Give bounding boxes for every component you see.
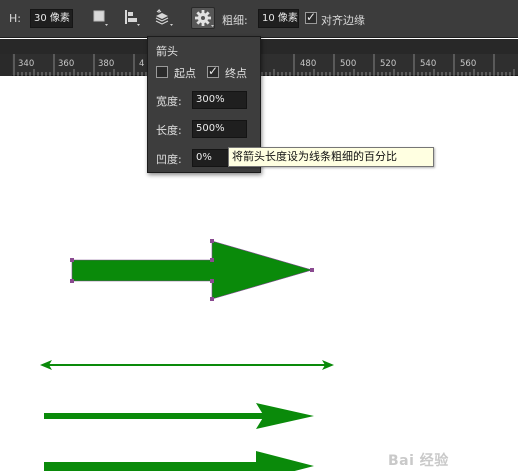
ruler-label: 340 xyxy=(18,59,35,69)
height-label: H: xyxy=(9,12,21,25)
weight-label: 粗细: xyxy=(222,14,248,27)
ruler-label: 360 xyxy=(58,59,75,69)
ruler-label: 4 xyxy=(139,59,145,69)
arrow-start-checkbox[interactable] xyxy=(156,66,168,78)
geometry-options-button[interactable] xyxy=(191,7,215,29)
ruler-label: 500 xyxy=(340,59,357,69)
thick-arrow-line xyxy=(44,451,314,471)
thick-arrow-line xyxy=(44,403,314,429)
ruler-label: 520 xyxy=(380,59,397,69)
fill-swatch-icon xyxy=(93,10,108,26)
arrow-start-label: 起点 xyxy=(174,67,196,80)
ruler-ticks xyxy=(13,54,515,76)
align-icon xyxy=(125,10,140,26)
align-edges-checkbox[interactable]: ✓ xyxy=(305,10,317,24)
ruler-label: 560 xyxy=(460,59,477,69)
length-label: 长度: xyxy=(156,124,182,137)
watermark: Bai 经验 xyxy=(386,448,516,470)
arrow-end-checkbox[interactable]: ✓ xyxy=(207,64,219,78)
panel-title: 箭头 xyxy=(156,45,178,58)
path-arrangement-button[interactable] xyxy=(152,7,176,29)
arrow-length-input[interactable]: 500% xyxy=(192,120,247,138)
concavity-label: 凹度: xyxy=(156,153,182,166)
options-toolbar: H: 30 像素 粗细: 10 像素 ✓ 对齐边缘 xyxy=(0,0,518,38)
fill-color-button[interactable] xyxy=(89,7,113,29)
ruler-label: 380 xyxy=(98,59,115,69)
weight-input[interactable]: 10 像素 xyxy=(258,9,299,28)
horizontal-ruler: 340 360 380 4 480 500 520 540 560 xyxy=(12,54,518,76)
selected-arrow-shape xyxy=(71,240,314,300)
ruler-corner xyxy=(0,54,12,76)
height-input[interactable]: 30 像素 xyxy=(30,9,73,28)
ruler-label: 540 xyxy=(420,59,437,69)
gear-icon xyxy=(195,10,214,27)
checkmark-icon: ✓ xyxy=(208,64,219,78)
path-alignment-button[interactable] xyxy=(120,7,144,29)
watermark-text: Bai 经验 xyxy=(388,453,449,469)
width-label: 宽度: xyxy=(156,95,182,108)
length-tooltip: 将箭头长度设为线条粗细的百分比 xyxy=(228,147,434,167)
checkmark-icon: ✓ xyxy=(306,10,317,24)
arrow-width-input[interactable]: 300% xyxy=(192,91,247,109)
align-edges-label: 对齐边缘 xyxy=(321,14,365,27)
double-arrow-line xyxy=(40,360,334,370)
arrange-layers-icon xyxy=(155,8,173,26)
arrow-end-label: 终点 xyxy=(225,67,247,80)
ruler-label: 480 xyxy=(300,59,317,69)
